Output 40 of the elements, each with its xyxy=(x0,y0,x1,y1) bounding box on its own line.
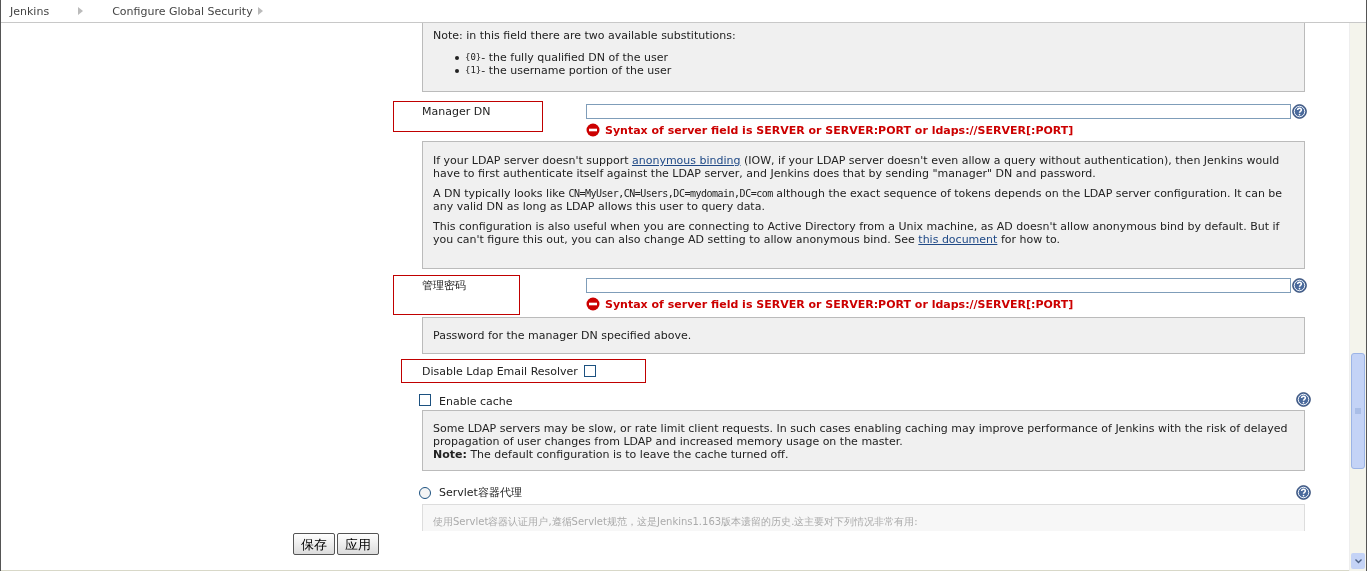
chevron-icon xyxy=(78,7,84,15)
form-button[interactable]: 应用 xyxy=(337,533,379,555)
help-paragraph: Some LDAP servers may be slow, or rate limit client requests. In such cases enabling caching may improve performance of Jenkins with the risk of delayed propagation of user changes from LDAP and increased memory usage on the master. xyxy=(433,422,1289,448)
list-item: {0}- the fully qualified DN of the user xyxy=(455,51,1294,64)
error-icon xyxy=(586,123,600,137)
help-paragraph: Password for the manager DN specified above. xyxy=(433,329,693,342)
help-link[interactable]: this document xyxy=(918,233,998,246)
text-input[interactable] xyxy=(586,104,1291,119)
help-paragraph: Note: in this field there are two available substitutions: xyxy=(433,29,737,42)
breadcrumb-link[interactable]: Jenkins xyxy=(10,4,50,18)
field-label: Manager DN xyxy=(393,101,543,132)
scrollbar-thumb[interactable] xyxy=(1351,353,1365,469)
help-paragraph: A DN typically looks like CN=MyUser,CN=Users,DC=mydomain,DC=com although the exact sequence of tokens depends on the LDAP server configuration. It can be any valid DN as long as LDAP allows this user to query data. xyxy=(433,187,1284,213)
help-paragraph: 使用Servlet容器认证用户,遵循Servlet规范，这是Jenkins1.163版本遗留的历史.这主要对下列情况非常有用: xyxy=(433,515,919,528)
chevron-icon xyxy=(257,7,263,15)
checkbox-label: Disable Ldap Email Resolver xyxy=(422,364,578,378)
radio-button[interactable] xyxy=(419,486,431,499)
help-icon[interactable] xyxy=(1296,392,1311,407)
form-button[interactable]: 保存 xyxy=(293,533,335,555)
radio-label: Servlet容器代理 xyxy=(439,486,523,499)
scrollbar[interactable] xyxy=(1349,23,1366,571)
list-item: {1}- the username portion of the user xyxy=(455,64,1294,77)
help-paragraph: Note: The default configuration is to leave the cache turned off. xyxy=(433,448,790,461)
help-paragraph: If your LDAP server doesn't support anonymous binding (IOW, if your LDAP server doesn't even allow a query without authentication), then Jenkins would have to first authenticate itself against the LDAP server, and Jenkins does that by sending "manager" DN and password. xyxy=(433,154,1281,180)
field-label: 管理密码 xyxy=(393,275,520,315)
error-message: Syntax of server field is SERVER or SERVER:PORT or ldaps://SERVER[:PORT] xyxy=(605,297,1074,311)
checkbox[interactable] xyxy=(419,393,431,406)
error-message: Syntax of server field is SERVER or SERVER:PORT or ldaps://SERVER[:PORT] xyxy=(605,123,1074,137)
help-icon[interactable] xyxy=(1292,104,1307,119)
checkbox-label: Enable cache xyxy=(439,395,514,408)
help-link[interactable]: anonymous binding xyxy=(631,154,741,167)
help-icon[interactable] xyxy=(1292,278,1307,293)
help-icon[interactable] xyxy=(1296,485,1311,500)
scroll-down-button[interactable] xyxy=(1351,553,1365,569)
text-input[interactable] xyxy=(586,278,1291,293)
breadcrumb-link[interactable]: Configure Global Security xyxy=(112,4,253,18)
chevron-down-icon xyxy=(1354,558,1362,564)
help-paragraph: This configuration is also useful when you are connecting to Active Directory from a Unix machine, as AD doesn't allow anonymous bind by default. But if you can't figure this out, you can also change AD setting to allow anonymous bind. See this document for how to. xyxy=(433,220,1281,246)
error-icon xyxy=(586,297,600,311)
checkbox[interactable] xyxy=(583,365,596,377)
